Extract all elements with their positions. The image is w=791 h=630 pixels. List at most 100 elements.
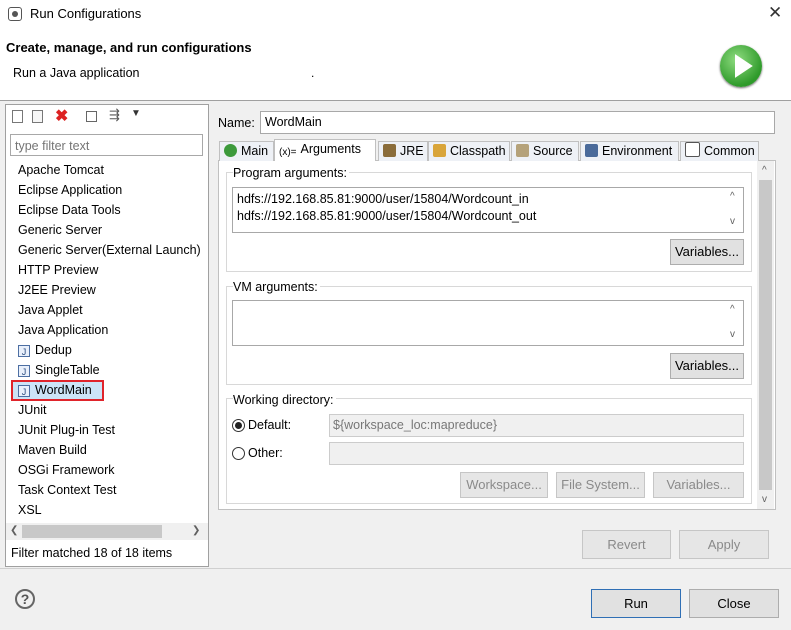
tree-item-eclipse-data-tools[interactable]: Eclipse Data Tools [18, 201, 121, 219]
tree-item-label: Dedup [35, 343, 72, 357]
tab-common[interactable]: Common [680, 141, 759, 161]
tree-item-label: J2EE Preview [18, 283, 96, 297]
tree-item-label: Generic Server(External Launch) [18, 243, 201, 257]
program-args-label: Program arguments: [233, 166, 349, 180]
tree-item-eclipse-application[interactable]: Eclipse Application [18, 181, 122, 199]
header-title: Create, manage, and run configurations [6, 40, 252, 55]
footer-separator [0, 568, 791, 569]
common-tab-icon [685, 142, 700, 157]
tree-item-xsl[interactable]: XSL [18, 501, 42, 519]
tree-item-wordmain[interactable]: J WordMain [18, 381, 92, 399]
scroll-right-icon[interactable]: ❯ [192, 525, 200, 536]
tab-source[interactable]: Source [511, 141, 579, 161]
tab-label: Arguments [300, 142, 361, 156]
app-icon [8, 7, 22, 21]
vm-args-textarea[interactable]: ^ v [232, 300, 744, 346]
tree-item-generic-server[interactable]: Generic Server [18, 221, 102, 239]
filter-icon[interactable]: ⇶ [109, 107, 120, 123]
vm-variables-button[interactable]: Variables... [670, 353, 744, 379]
tab-label: Classpath [450, 144, 506, 158]
default-label: Default: [248, 418, 292, 432]
collapse-all-icon[interactable] [86, 111, 97, 122]
help-icon[interactable]: ? [15, 589, 35, 609]
close-icon[interactable]: ✕ [768, 3, 782, 23]
form-vscroll-thumb[interactable] [759, 180, 772, 490]
tree-item-task-context-test[interactable]: Task Context Test [18, 481, 116, 499]
file-system-button[interactable]: File System... [556, 472, 645, 498]
default-radio[interactable] [232, 419, 245, 432]
tree-item-java-application[interactable]: Java Application [18, 321, 108, 339]
tab-arguments[interactable]: (x)= Arguments [274, 139, 376, 161]
tree-hscroll-thumb[interactable] [22, 525, 162, 538]
scroll-up-icon[interactable]: ^ [730, 191, 735, 202]
tree-item-label: Java Applet [18, 303, 83, 317]
program-args-line: hdfs://192.168.85.81:9000/user/15804/Wor… [237, 209, 537, 223]
workspace-button[interactable]: Workspace... [460, 472, 548, 498]
duplicate-icon[interactable] [32, 110, 43, 123]
filter-input[interactable] [10, 134, 203, 156]
close-button[interactable]: Close [689, 589, 779, 618]
main-tab-icon [224, 144, 237, 157]
tree-item-label: WordMain [35, 383, 92, 397]
tree-item-label: Maven Build [18, 443, 87, 457]
source-tab-icon [516, 144, 529, 157]
window-title: Run Configurations [30, 6, 142, 21]
tree-item-label: JUnit Plug-in Test [18, 423, 116, 437]
tab-environment[interactable]: Environment [580, 141, 679, 161]
tree-item-label: Apache Tomcat [18, 163, 104, 177]
tab-main[interactable]: Main [219, 141, 274, 161]
default-dir-value: ${workspace_loc:mapreduce} [333, 418, 497, 432]
tree-item-label: OSGi Framework [18, 463, 115, 477]
delete-icon[interactable]: ✖ [55, 106, 68, 126]
tree-item-label: HTTP Preview [18, 263, 99, 277]
tree-item-http-preview[interactable]: HTTP Preview [18, 261, 98, 279]
new-config-icon[interactable] [12, 110, 23, 123]
filter-input-text[interactable] [13, 136, 203, 156]
tree-item-label: Java Application [18, 323, 109, 337]
program-variables-button[interactable]: Variables... [670, 239, 744, 265]
dir-variables-button[interactable]: Variables... [653, 472, 744, 498]
header-separator [0, 100, 791, 101]
tree-item-dedup[interactable]: J Dedup [18, 341, 72, 359]
tab-classpath[interactable]: Classpath [428, 141, 510, 161]
program-args-line: hdfs://192.168.85.81:9000/user/15804/Wor… [237, 192, 529, 206]
tree-item-generic-server-external[interactable]: Generic Server(External Launch) [18, 241, 201, 259]
other-radio[interactable] [232, 447, 245, 460]
apply-button[interactable]: Apply [679, 530, 769, 559]
scroll-down-icon[interactable]: v [730, 329, 735, 340]
vm-args-label: VM arguments: [233, 280, 320, 294]
tree-item-apache-tomcat[interactable]: Apache Tomcat [18, 161, 104, 179]
tree-item-java-applet[interactable]: Java Applet [18, 301, 83, 319]
classpath-tab-icon [433, 144, 446, 157]
scroll-up-icon[interactable]: ^ [762, 165, 767, 176]
name-field[interactable]: WordMain [260, 111, 775, 134]
other-label: Other: [248, 446, 283, 460]
tab-label: JRE [400, 144, 424, 158]
chevron-down-icon[interactable]: ▼ [131, 108, 141, 119]
tab-label: Environment [602, 144, 673, 158]
tree-item-junit-plugin-test[interactable]: JUnit Plug-in Test [18, 421, 115, 439]
tab-jre[interactable]: JRE [378, 141, 428, 161]
program-args-textarea[interactable]: hdfs://192.168.85.81:9000/user/15804/Wor… [232, 187, 744, 233]
working-dir-label: Working directory: [233, 393, 336, 407]
tree-item-maven-build[interactable]: Maven Build [18, 441, 87, 459]
java-launch-icon: J [18, 364, 30, 377]
header-dot: . [311, 66, 315, 80]
run-button[interactable]: Run [591, 589, 681, 618]
header-subtitle: Run a Java application [13, 66, 140, 80]
environment-tab-icon [585, 144, 598, 157]
sidebar-toolbar: ✖ ⇶ ▼ [10, 106, 205, 126]
revert-button[interactable]: Revert [582, 530, 671, 559]
scroll-down-icon[interactable]: v [730, 216, 735, 227]
tree-item-junit[interactable]: JUnit [18, 401, 46, 419]
tree-item-singletable[interactable]: J SingleTable [18, 361, 100, 379]
tree-item-j2ee-preview[interactable]: J2EE Preview [18, 281, 96, 299]
default-dir-field: ${workspace_loc:mapreduce} [329, 414, 744, 437]
tab-label: Common [704, 144, 755, 158]
tree-item-osgi-framework[interactable]: OSGi Framework [18, 461, 115, 479]
java-launch-icon: J [18, 384, 30, 397]
scroll-up-icon[interactable]: ^ [730, 304, 735, 315]
scroll-down-icon[interactable]: v [762, 494, 767, 505]
run-banner-icon [720, 45, 762, 87]
scroll-left-icon[interactable]: ❮ [10, 525, 18, 536]
